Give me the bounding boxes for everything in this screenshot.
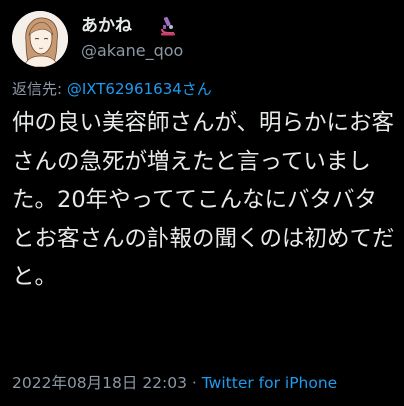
meta-separator: · [187, 374, 202, 392]
reply-context: 返信先: @IXT62961634さん [12, 78, 212, 100]
reply-mention-link[interactable]: @IXT62961634さん [67, 80, 212, 98]
source-link[interactable]: Twitter for iPhone [202, 374, 337, 392]
avatar[interactable] [12, 11, 68, 67]
avatar-illustration [12, 11, 68, 67]
reply-prefix: 返信先: [12, 80, 67, 98]
timestamp[interactable]: 2022年08月18日 22:03 [12, 374, 187, 392]
microscope-icon [159, 16, 177, 36]
tweet: あかね @akane_qoo 返信先: @IXT62961634さん 仲の良い美… [0, 0, 404, 406]
tweet-meta: 2022年08月18日 22:03 · Twitter for iPhone [12, 372, 337, 394]
display-name[interactable]: あかね [81, 14, 132, 38]
tweet-text: 仲の良い美容師さんが、明らかにお客さんの急死が増えたと言っていました。20年やっ… [12, 110, 395, 290]
user-handle[interactable]: @akane_qoo [81, 40, 183, 62]
